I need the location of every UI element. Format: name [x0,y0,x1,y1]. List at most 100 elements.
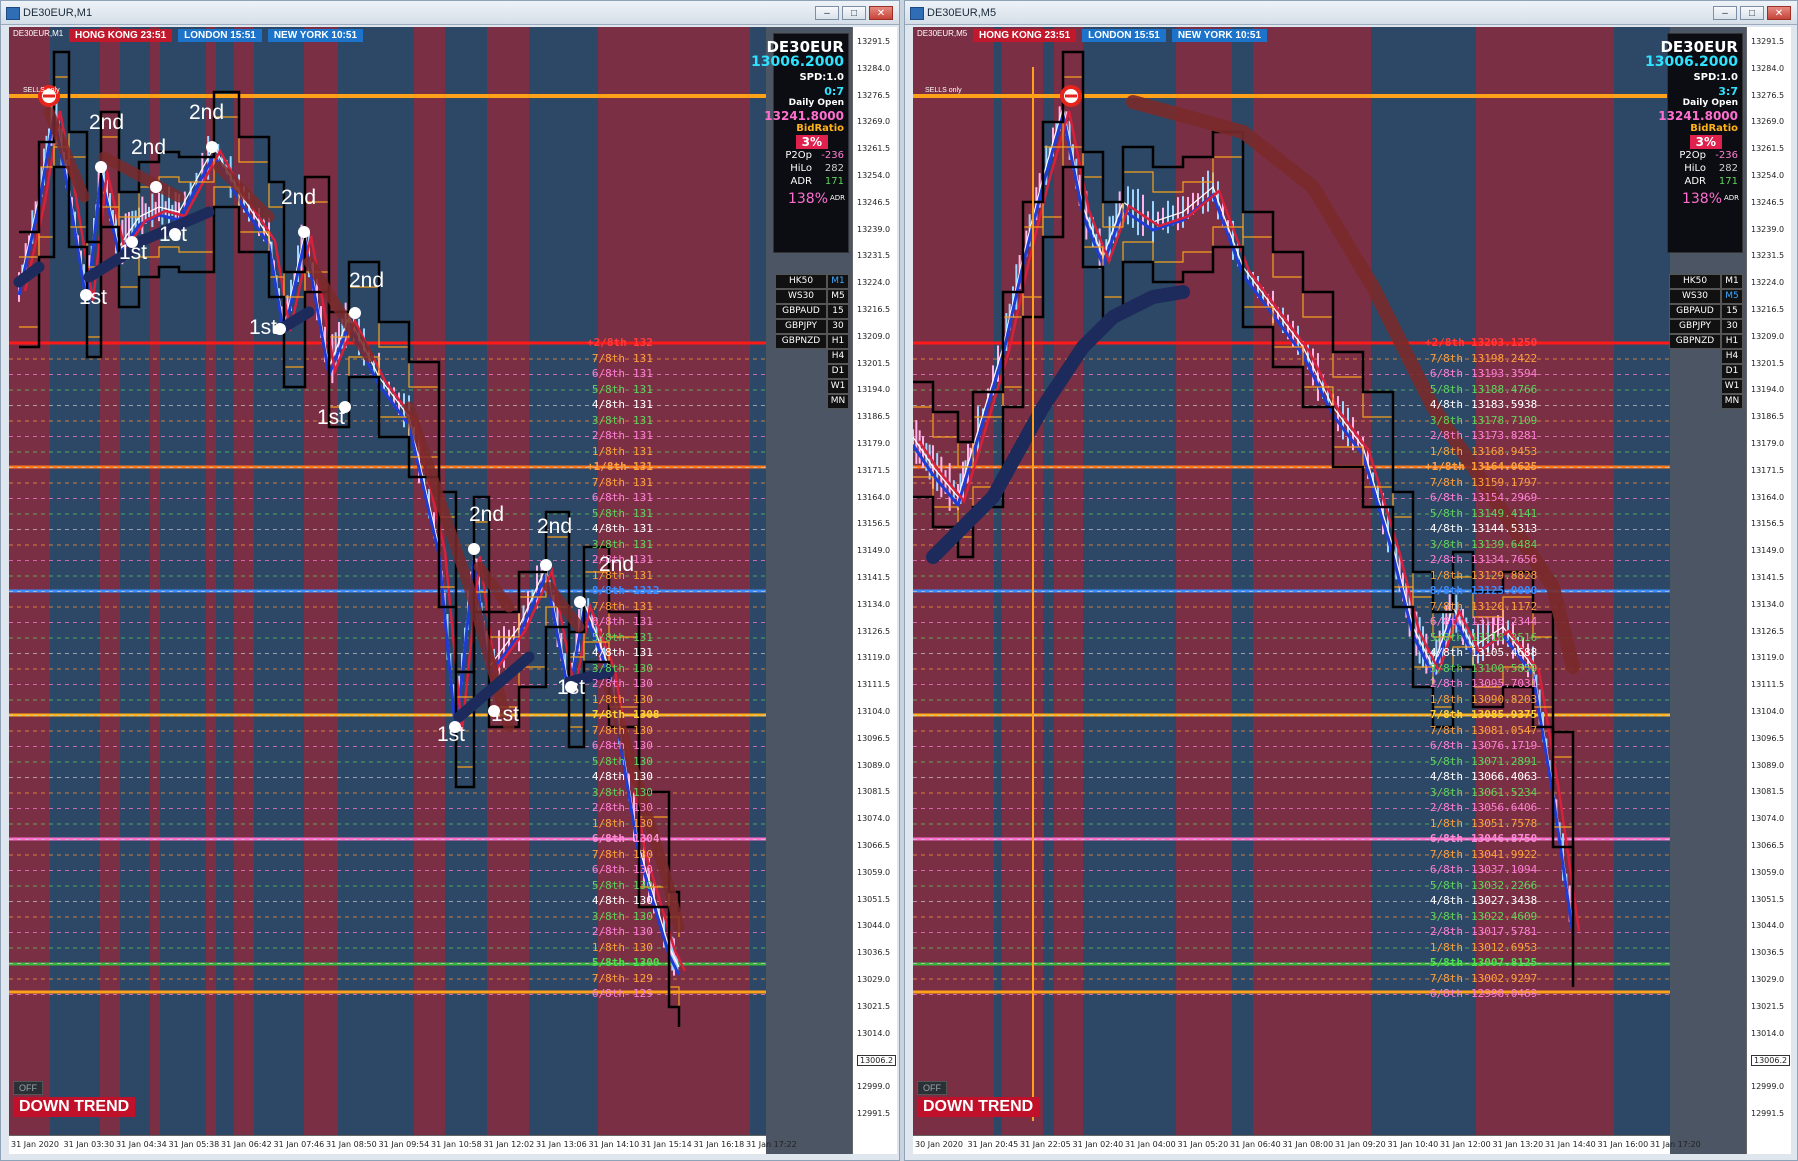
session-stripe [9,27,50,1139]
level-price: 130 [633,754,653,768]
timeframe-button[interactable]: H1 [827,334,849,349]
level-label: 4/8th 13144.5313 [1425,522,1537,535]
window-titlebar[interactable]: DE30EUR,M1 – □ ✕ [1,1,899,25]
level-label: 8/8th 1312 [587,584,660,597]
time-tick: 31 Jan 14:10 [588,1140,640,1149]
level-fraction: 8/8th [591,584,625,597]
chart-plot-area[interactable]: DE30EUR,M1 HONG KONG 23:51 LONDON 15:51 … [9,27,766,1139]
level-fraction: +1/8th [587,460,627,473]
symbol-row: GBPJPY 30 [1669,319,1743,334]
level-fraction: 1/8th [591,692,625,706]
level-price: 131 [633,475,653,489]
chart-canvas[interactable] [913,27,1670,1139]
time-tick: 31 Jan 03:30 [63,1140,115,1149]
level-price: 130 [633,785,653,799]
level-price: 131 [633,351,653,365]
session-stripe [1354,27,1361,1139]
minimize-button[interactable]: – [815,6,839,20]
swing-annotation: 2nd [189,101,225,124]
price-tick: 13216.5 [857,305,891,314]
info-daily-open-label: Daily Open [788,98,844,108]
timeframe-button[interactable]: M5 [1721,289,1743,304]
time-tick: 31 Jan 16:18 [693,1140,745,1149]
level-label: 7/8th 131 [587,352,653,365]
sells-only-label: SELLS only [925,87,962,94]
price-axis[interactable]: 13291.5 13284.0 13276.5 13269.0 13261.5 13254… [1746,27,1791,1154]
timeframe-button[interactable]: H4 [1721,349,1743,364]
level-label: 7/8th 130 [587,724,653,737]
chart-window-m1[interactable]: DE30EUR,M1 – □ ✕ DE30EUR,M1 HONG KONG 23… [0,0,900,1161]
time-axis[interactable]: 30 Jan 2020 31 Jan 20:45 31 Jan 22:05 31 Ja… [913,1135,1701,1154]
timeframe-button[interactable]: 15 [827,304,849,319]
timeframe-button[interactable]: W1 [827,379,849,394]
level-price: 13105.4688 [1471,646,1538,659]
timeframe-button[interactable]: M5 [827,289,849,304]
timeframe-button[interactable]: H1 [1721,334,1743,349]
symbol-button[interactable]: GBPAUD [1669,304,1721,319]
time-axis[interactable]: 31 Jan 2020 31 Jan 03:30 31 Jan 04:34 31 Ja… [9,1135,797,1154]
symbol-button[interactable]: GBPNZD [1669,334,1721,349]
price-tick: 13239.0 [857,224,891,234]
symbol-button[interactable]: GBPJPY [775,319,827,334]
chart-window-m5[interactable]: DE30EUR,M5 – □ ✕ DE30EUR,M5 HONG KONG 23… [904,0,1798,1161]
symbol-button[interactable]: WS30 [775,289,827,304]
level-label: 1/8th 13090.8203 [1425,693,1537,706]
swing-annotation: 1st [557,676,586,699]
chart-plot-area[interactable]: DE30EUR,M5 HONG KONG 23:51 LONDON 15:51 … [913,27,1670,1139]
info-hilo-value: 282 [824,163,844,174]
price-chart[interactable]: DE30EUR,M1 HONG KONG 23:51 LONDON 15:51 … [9,27,897,1154]
swing-annotation: 1st [317,406,346,429]
timeframe-button[interactable]: D1 [827,364,849,379]
timeframe-button[interactable]: M1 [827,274,849,289]
price-tick: 13021.5 [1751,1001,1785,1011]
window-titlebar[interactable]: DE30EUR,M5 – □ ✕ [905,1,1797,25]
time-tick: 31 Jan 16:00 [1597,1140,1649,1149]
price-tick: 13029.0 [1751,975,1785,984]
minimize-button[interactable]: – [1713,6,1737,20]
symbol-button[interactable]: WS30 [1669,289,1721,304]
time-tick: 31 Jan 07:46 [273,1140,325,1149]
price-chart[interactable]: DE30EUR,M5 HONG KONG 23:51 LONDON 15:51 … [913,27,1791,1154]
level-fraction: 4/8th [1429,770,1463,783]
session-hongkong: HONG KONG 23:51 [973,29,1077,42]
symbol-button[interactable]: HK50 [775,274,827,289]
info-daily-open: 13241.8000 [1658,109,1738,123]
timeframe-button[interactable]: H4 [827,349,849,364]
symbol-button[interactable]: GBPAUD [775,304,827,319]
timeframe-button[interactable]: 30 [1721,319,1743,334]
level-label: 4/8th 130 [587,894,653,907]
level-label: 5/8th 13032.2266 [1425,879,1537,892]
level-price: 129 [633,971,653,985]
timeframe-button[interactable]: 15 [1721,304,1743,319]
off-button[interactable]: OFF [13,1081,43,1095]
price-tick: 13194.0 [1751,385,1785,395]
chart-symbol-label: DE30EUR,M1 [13,29,64,38]
level-fraction: 6/8th [1429,615,1463,628]
symbol-button[interactable]: GBPNZD [775,334,827,349]
maximize-button[interactable]: □ [1740,6,1764,20]
timeframe-button[interactable]: M1 [1721,274,1743,289]
level-price: 131 [633,599,653,613]
timeframe-button[interactable]: MN [827,394,849,409]
level-price: 131 [633,568,653,582]
time-tick: 31 Jan 06:42 [221,1140,272,1149]
timeframe-button[interactable]: W1 [1721,379,1743,394]
info-hilo-label: HiLo [1684,163,1706,174]
off-button[interactable]: OFF [917,1081,947,1095]
level-label: 5/8th 131 [587,631,653,644]
timeframe-button[interactable]: D1 [1721,364,1743,379]
level-fraction: 7/8th [1429,971,1463,985]
maximize-button[interactable]: □ [842,6,866,20]
symbol-button[interactable]: GBPJPY [1669,319,1721,334]
level-label: 5/8th 13071.2891 [1425,755,1537,768]
price-axis[interactable]: 13291.5 13284.0 13276.5 13269.0 13261.5 13254… [852,27,897,1154]
close-button[interactable]: ✕ [869,6,893,20]
symbol-button[interactable]: HK50 [1669,274,1721,289]
window-title: DE30EUR,M5 [927,7,997,19]
price-tick: 13261.5 [857,144,891,154]
close-button[interactable]: ✕ [1767,6,1791,20]
price-tick: 13036.5 [1751,948,1785,958]
timeframe-button[interactable]: MN [1721,394,1743,409]
level-label: +1/8th 13164.0625 [1425,460,1537,473]
timeframe-button[interactable]: 30 [827,319,849,334]
